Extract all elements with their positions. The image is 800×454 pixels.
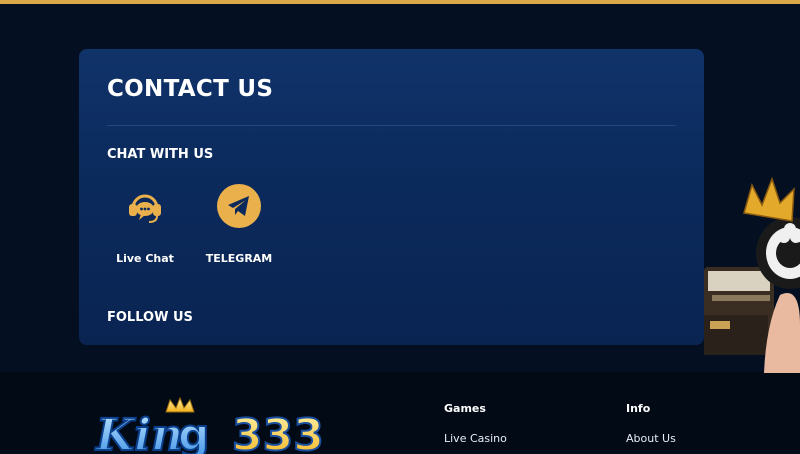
contact-us-title: CONTACT US	[107, 76, 274, 102]
contact-us-card: CONTACT US CHAT WITH US Live Chat TELEGR…	[79, 49, 704, 345]
svg-text:Kin: Kin	[94, 410, 183, 454]
footer-link-about-us[interactable]: About Us	[626, 432, 676, 445]
site-logo[interactable]: Kin g 333	[92, 394, 352, 454]
casino-promo-artwork	[704, 176, 800, 373]
chat-with-us-heading: CHAT WITH US	[107, 147, 214, 162]
telegram-icon	[215, 182, 263, 230]
headset-chat-icon	[121, 182, 169, 230]
live-chat-button[interactable]: Live Chat	[95, 180, 195, 265]
telegram-label: TELEGRAM	[205, 252, 273, 265]
footer-link-live-casino[interactable]: Live Casino	[444, 432, 507, 445]
contact-divider	[107, 125, 676, 126]
footer-games-title: Games	[444, 402, 486, 415]
svg-text:g: g	[178, 410, 210, 454]
live-chat-label: Live Chat	[116, 252, 174, 265]
telegram-button[interactable]: TELEGRAM	[189, 180, 289, 265]
follow-us-heading: FOLLOW US	[107, 310, 193, 325]
footer-info-title: Info	[626, 402, 651, 415]
site-footer: Kin g 333 Games Live Casino Info About U…	[0, 372, 800, 454]
svg-text:333: 333	[232, 410, 324, 454]
